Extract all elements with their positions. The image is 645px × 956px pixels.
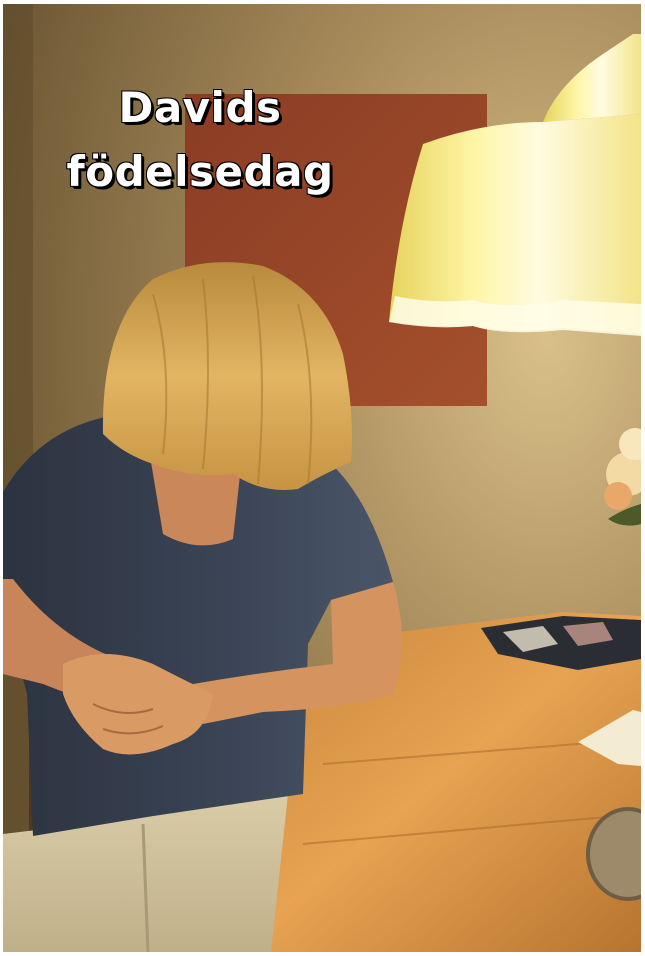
caption-line-1: Davids <box>118 83 282 132</box>
caption-line-2: födelsedag <box>66 147 334 196</box>
flower <box>604 482 632 510</box>
